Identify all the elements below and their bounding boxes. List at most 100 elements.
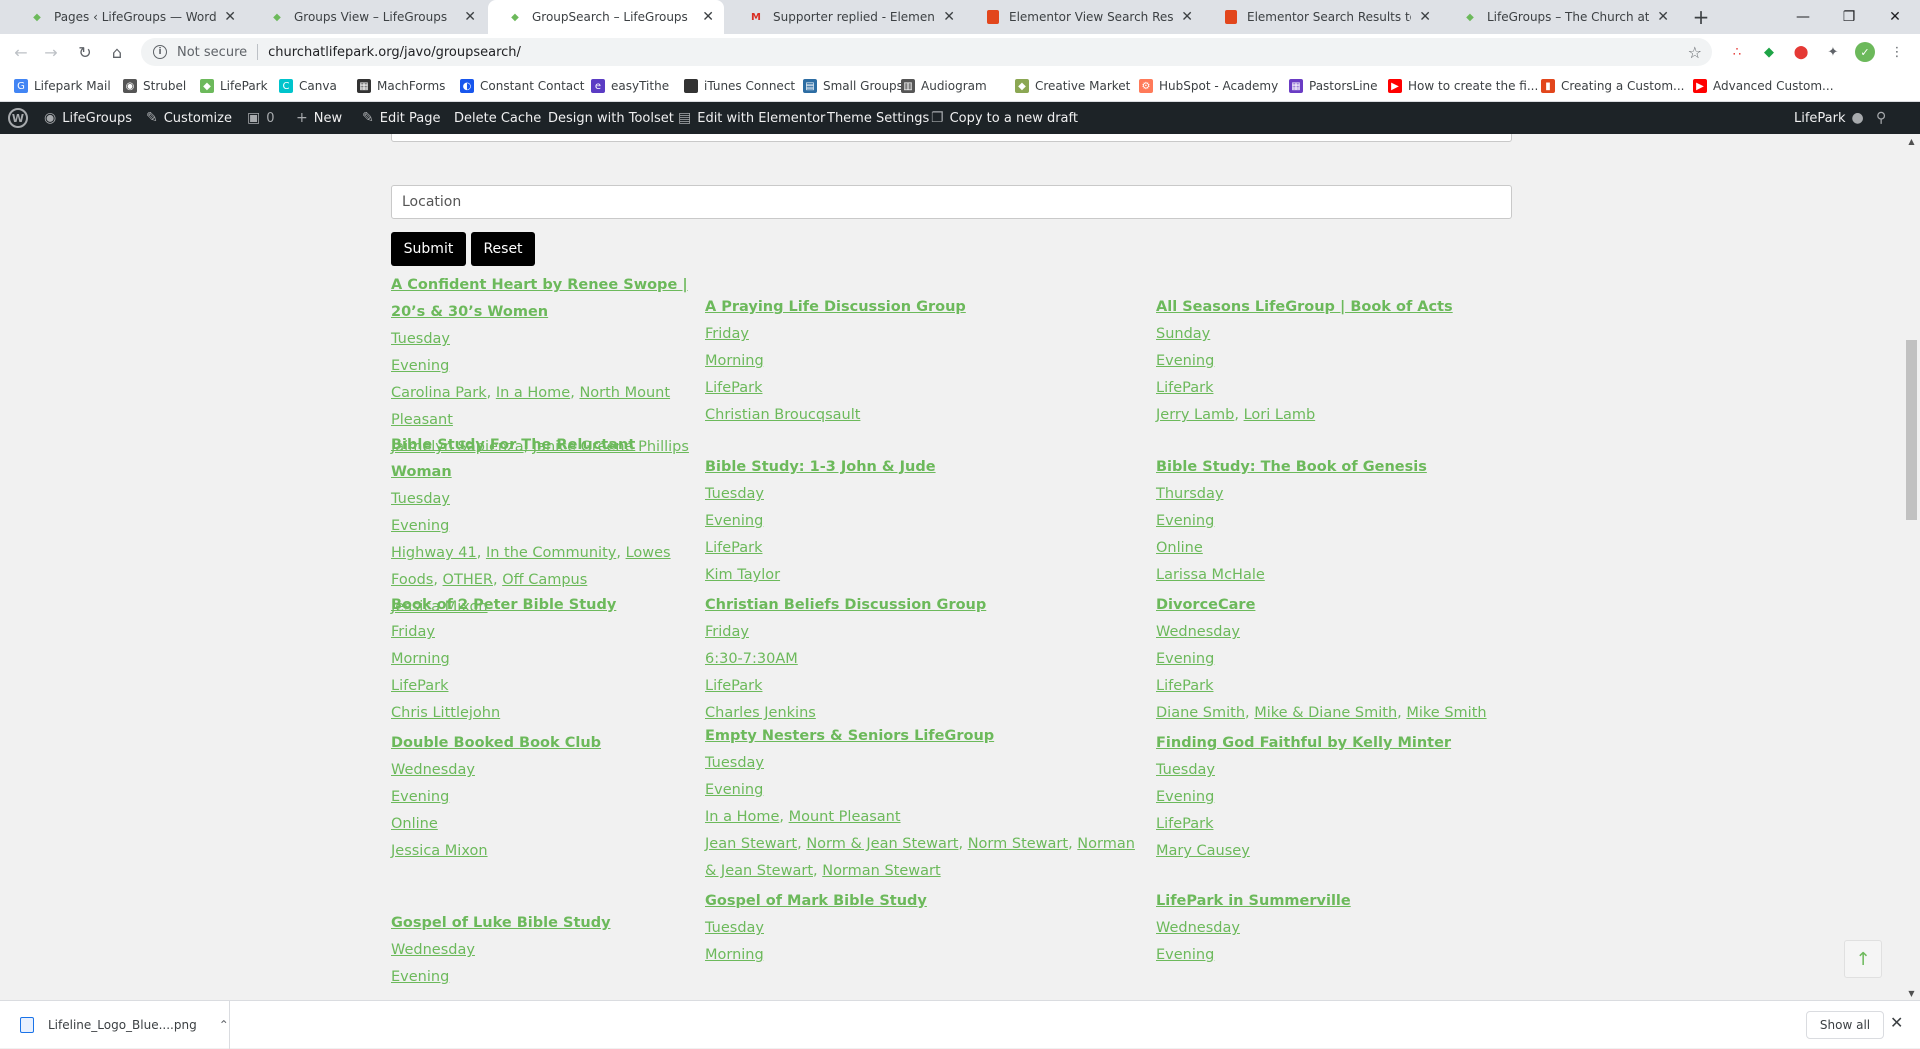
bookmark-how-to-create-the-fi[interactable]: ▶ How to create the fi... — [1388, 70, 1538, 102]
group-time-link[interactable]: Morning — [705, 353, 764, 369]
close-tab-icon[interactable]: ✕ — [1419, 9, 1431, 25]
group-title-link[interactable]: Empty Nesters & Seniors LifeGroup — [705, 728, 994, 744]
scroll-up-arrow-icon[interactable]: ▲ — [1903, 134, 1920, 148]
bookmark-audiogram[interactable]: ▥ Audiogram — [901, 70, 987, 102]
group-leader-link[interactable]: Lori Lamb — [1244, 407, 1316, 423]
extension-diamond-icon[interactable]: ◆ — [1759, 42, 1779, 62]
group-day-link[interactable]: Tuesday — [1156, 762, 1215, 778]
close-tab-icon[interactable]: ✕ — [464, 9, 476, 25]
group-time-link[interactable]: Evening — [705, 782, 763, 798]
group-time-link[interactable]: Evening — [1156, 947, 1214, 963]
browser-tab-1[interactable]: ◆ Pages ‹ LifeGroups — WordPress ✕ — [10, 0, 246, 34]
group-leader-link[interactable]: Kim Taylor — [705, 567, 780, 583]
close-tab-icon[interactable]: ✕ — [1181, 9, 1193, 25]
close-tab-icon[interactable]: ✕ — [943, 9, 955, 25]
group-location-link[interactable]: Online — [391, 816, 438, 832]
group-title-link[interactable]: All Seasons LifeGroup | Book of Acts — [1156, 299, 1453, 315]
group-day-link[interactable]: Friday — [391, 624, 435, 640]
group-leader-link[interactable]: Norman Stewart — [822, 863, 940, 879]
group-location-link[interactable]: In the Community — [486, 545, 616, 561]
group-location-link[interactable]: LifePark — [1156, 678, 1213, 694]
page-scrollbar[interactable]: ▲ ▼ — [1903, 134, 1920, 1000]
group-leader-link[interactable]: Mike & Diane Smith — [1254, 705, 1397, 721]
group-day-link[interactable]: Sunday — [1156, 326, 1210, 342]
bookmark-creative-market[interactable]: ◆ Creative Market — [1015, 70, 1130, 102]
group-day-link[interactable]: Wednesday — [391, 762, 475, 778]
group-day-link[interactable]: Tuesday — [391, 491, 450, 507]
group-time-link[interactable]: 6:30-7:30AM — [705, 651, 798, 667]
group-location-link[interactable]: LifePark — [1156, 380, 1213, 396]
close-tab-icon[interactable]: ✕ — [702, 9, 714, 25]
adminbar-delete-cache[interactable]: Delete Cache — [454, 102, 541, 134]
group-title-link[interactable]: Bible Study: The Book of Genesis — [1156, 459, 1427, 475]
back-icon[interactable]: ← — [8, 39, 34, 65]
adminbar-user[interactable]: LifePark ● — [1794, 102, 1864, 134]
group-time-link[interactable]: Evening — [1156, 513, 1214, 529]
adminbar-design-toolset[interactable]: Design with Toolset — [548, 102, 674, 134]
bookmark-canva[interactable]: C Canva — [279, 70, 337, 102]
new-tab-button[interactable]: + — [1678, 0, 1724, 34]
group-location-link[interactable]: OTHER — [443, 572, 493, 588]
group-title-link[interactable]: A Confident Heart by Renee Swope | 20’s … — [391, 277, 688, 320]
restore-icon[interactable]: ❐ — [1826, 0, 1872, 34]
group-title-link[interactable]: Finding God Faithful by Kelly Minter — [1156, 735, 1451, 751]
group-location-link[interactable]: In a Home — [496, 385, 570, 401]
group-leader-link[interactable]: Norm Stewart — [968, 836, 1068, 852]
group-leader-link[interactable]: Christian Broucqsault — [705, 407, 860, 423]
bookmark-small-groups[interactable]: ▤ Small Groups — [803, 70, 903, 102]
group-time-link[interactable]: Evening — [391, 789, 449, 805]
group-leader-link[interactable]: Mike Smith — [1406, 705, 1486, 721]
group-leader-link[interactable]: Charles Jenkins — [705, 705, 816, 721]
group-day-link[interactable]: Tuesday — [705, 755, 764, 771]
group-leader-link[interactable]: Diane Smith — [1156, 705, 1245, 721]
close-tab-icon[interactable]: ✕ — [224, 9, 236, 25]
forward-icon[interactable]: → — [38, 39, 64, 65]
group-day-link[interactable]: Friday — [705, 326, 749, 342]
group-title-link[interactable]: Gospel of Luke Bible Study — [391, 915, 611, 931]
bookmark-constant-contact[interactable]: ◐ Constant Contact — [460, 70, 584, 102]
adminbar-theme-settings[interactable]: Theme Settings — [827, 102, 929, 134]
group-leader-link[interactable]: Jean Stewart — [705, 836, 797, 852]
close-window-icon[interactable]: ✕ — [1872, 0, 1918, 34]
group-leader-link[interactable]: Norm & Jean Stewart — [806, 836, 958, 852]
group-location-link[interactable]: LifePark — [705, 380, 762, 396]
group-title-link[interactable]: DivorceCare — [1156, 597, 1255, 613]
home-icon[interactable]: ⌂ — [104, 39, 130, 65]
browser-tab-5[interactable]: Elementor View Search Results a ✕ — [967, 0, 1203, 34]
group-leader-link[interactable]: Jerry Lamb — [1156, 407, 1234, 423]
bookmark-strubel[interactable]: ◉ Strubel — [123, 70, 186, 102]
group-location-link[interactable]: Online — [1156, 540, 1203, 556]
group-location-link[interactable]: LifePark — [1156, 816, 1213, 832]
scroll-down-arrow-icon[interactable]: ▼ — [1903, 986, 1920, 1000]
location-field[interactable] — [391, 185, 1512, 219]
group-location-link[interactable]: Mount Pleasant — [789, 809, 901, 825]
group-time-link[interactable]: Evening — [705, 513, 763, 529]
extensions-puzzle-icon[interactable]: ✦ — [1823, 42, 1843, 62]
bookmark-lifepark-mail[interactable]: G Lifepark Mail — [14, 70, 111, 102]
submit-button[interactable]: Submit — [391, 232, 466, 266]
adminbar-customize[interactable]: ✎ Customize — [146, 102, 232, 134]
close-download-bar-icon[interactable]: ✕ — [1890, 1013, 1903, 1032]
adminbar-new[interactable]: + New — [296, 102, 342, 134]
bookmark-creating-a-custom[interactable]: ▮ Creating a Custom... — [1541, 70, 1684, 102]
group-title-link[interactable]: Christian Beliefs Discussion Group — [705, 597, 986, 613]
group-time-link[interactable]: Evening — [391, 518, 449, 534]
minimize-icon[interactable]: — — [1780, 0, 1826, 34]
bookmark-hubspot-academy[interactable]: ⚙ HubSpot - Academy — [1139, 70, 1278, 102]
group-location-link[interactable]: LifePark — [705, 678, 762, 694]
extension-dots-icon[interactable]: ∴ — [1727, 42, 1747, 62]
group-time-link[interactable]: Evening — [1156, 789, 1214, 805]
bookmark-pastorsline[interactable]: ▦ PastorsLine — [1289, 70, 1378, 102]
reset-button[interactable]: Reset — [471, 232, 535, 266]
group-location-link[interactable]: Off Campus — [502, 572, 587, 588]
chevron-up-icon[interactable]: ⌃ — [219, 1018, 229, 1032]
group-day-link[interactable]: Wednesday — [391, 942, 475, 958]
adminbar-edit-elementor[interactable]: ▤ Edit with Elementor — [678, 102, 825, 134]
browser-tab-4[interactable]: M Supporter replied - Elementor Vi ✕ — [729, 0, 965, 34]
group-leader-link[interactable]: Chris Littlejohn — [391, 705, 500, 721]
group-location-link[interactable]: Highway 41 — [391, 545, 477, 561]
group-location-link[interactable]: LifePark — [391, 678, 448, 694]
group-title-link[interactable]: Bible Study For The Reluctant Woman — [391, 437, 635, 480]
group-day-link[interactable]: Tuesday — [705, 486, 764, 502]
group-day-link[interactable]: Thursday — [1156, 486, 1223, 502]
